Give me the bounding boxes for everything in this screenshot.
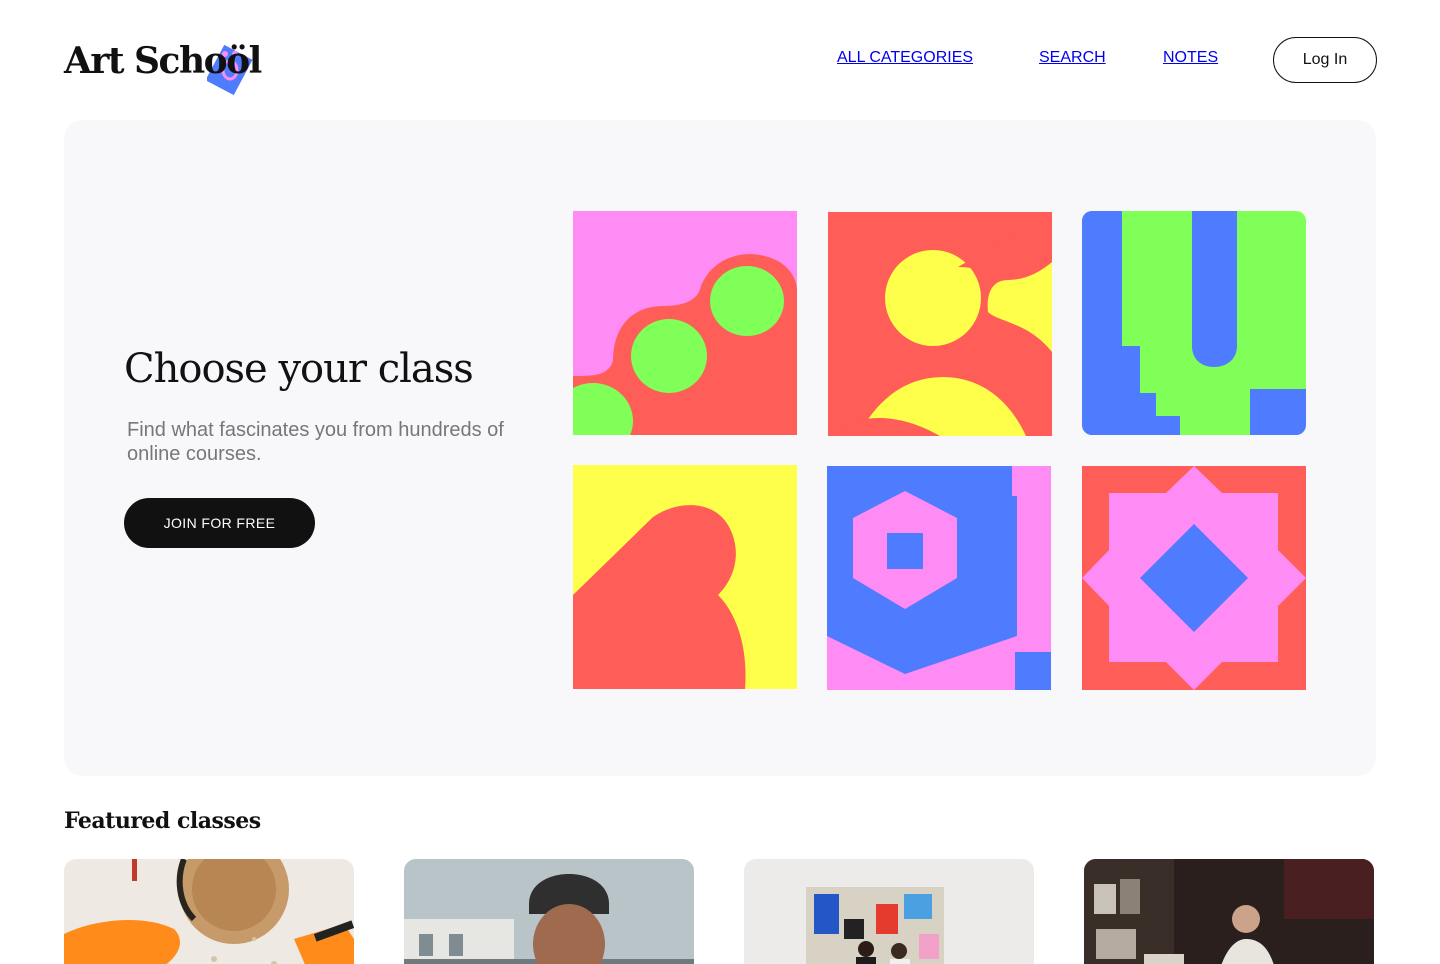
hero-section: Choose your class Find what fascinates y… (64, 120, 1376, 776)
featured-class-card-gallery[interactable] (744, 859, 1034, 964)
login-button[interactable]: Log In (1273, 37, 1377, 83)
art-tile-heart (573, 465, 797, 689)
nav-search[interactable]: SEARCH (1039, 49, 1106, 67)
man-in-beanie-photo (404, 859, 694, 964)
site-header: Art Schoöl ALL CATEGORIES SEARCH NOTES L… (0, 0, 1440, 120)
hero-title: Choose your class (124, 346, 474, 392)
logo-text: Art Schoöl (64, 40, 262, 82)
art-tile-hexagon (827, 466, 1051, 690)
featured-class-card-studio[interactable] (1084, 859, 1374, 964)
join-for-free-button[interactable]: JOIN FOR FREE (124, 498, 315, 548)
featured-class-card-pottery[interactable] (64, 859, 354, 964)
featured-classes-title: Featured classes (64, 808, 261, 834)
featured-class-card-photography[interactable] (404, 859, 694, 964)
art-tile-blobs (573, 211, 797, 435)
gallery-painting-viewers-photo (744, 859, 1034, 964)
art-school-logo[interactable]: Art Schoöl (64, 38, 284, 96)
pottery-gloved-hands-photo (64, 859, 354, 964)
nav-notes[interactable]: NOTES (1163, 49, 1218, 67)
art-tile-loop (828, 212, 1052, 436)
studio-artist-drawing-photo (1084, 859, 1374, 964)
hero-subtitle: Find what fascinates you from hundreds o… (127, 419, 504, 465)
art-tile-steps (1082, 211, 1306, 435)
art-tile-star (1082, 466, 1306, 690)
nav-all-categories[interactable]: ALL CATEGORIES (837, 49, 973, 67)
